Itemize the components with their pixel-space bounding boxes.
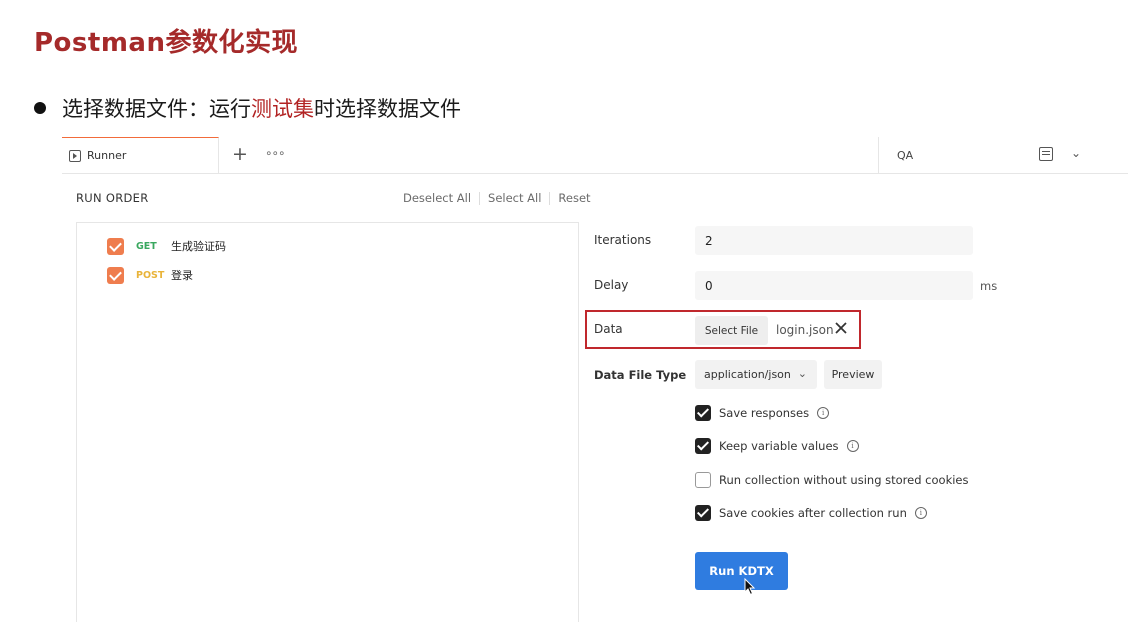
list-item[interactable]: GET 生成验证码	[107, 237, 226, 255]
environment-select[interactable]: QA ⌄	[878, 137, 1093, 173]
bullet-dot-icon	[34, 102, 46, 114]
checkbox-checked[interactable]	[695, 405, 711, 421]
data-file-type-label: Data File Type	[594, 368, 687, 382]
close-icon[interactable]	[833, 320, 849, 336]
checkbox-checked[interactable]	[695, 505, 711, 521]
checkbox-checked[interactable]	[695, 438, 711, 454]
info-icon[interactable]: i	[817, 407, 830, 419]
run-order-actions: Deselect All Select All Reset	[403, 191, 591, 205]
bullet-line: 选择数据文件：运行 测试集 时选择数据文件	[34, 93, 461, 123]
data-label: Data	[594, 322, 623, 336]
tab-runner-label: Runner	[87, 149, 127, 162]
option-label: Save responses	[719, 406, 810, 420]
run-collection-button[interactable]: Run KDTX	[695, 552, 788, 590]
option-label: Run collection without using stored cook…	[719, 473, 969, 487]
new-tab-button[interactable]: +	[232, 143, 248, 165]
tab-bar: Runner + ∘∘∘ QA ⌄	[62, 137, 1128, 174]
option-run-without-cookies[interactable]: Run collection without using stored cook…	[695, 471, 969, 489]
slide-title: Postman参数化实现	[34, 28, 298, 58]
delay-unit: ms	[980, 279, 998, 293]
request-name: 生成验证码	[171, 240, 226, 253]
preview-button[interactable]: Preview	[824, 360, 882, 389]
run-order-title: RUN ORDER	[76, 191, 149, 205]
chevron-down-icon: ⌄	[1070, 146, 1081, 160]
list-item[interactable]: POST 登录	[107, 266, 193, 284]
environment-quick-look-icon[interactable]	[1039, 147, 1053, 161]
info-icon[interactable]: i	[914, 507, 927, 519]
select-all-button[interactable]: Select All	[488, 191, 541, 205]
environment-value: QA	[897, 148, 914, 162]
option-keep-variable-values[interactable]: Keep variable values i	[695, 437, 859, 455]
method-badge: POST	[136, 269, 165, 281]
checkbox-unchecked[interactable]	[695, 472, 711, 488]
option-label: Keep variable values	[719, 439, 839, 453]
divider	[479, 191, 481, 205]
divider	[549, 191, 551, 205]
selected-file-name: login.json	[776, 323, 834, 337]
option-save-responses[interactable]: Save responses i	[695, 404, 830, 422]
iterations-label: Iterations	[594, 233, 652, 247]
data-file-type-select[interactable]: application/json ⌄	[695, 360, 817, 389]
runner-icon	[69, 149, 81, 162]
tab-runner[interactable]: Runner	[62, 137, 219, 173]
method-badge: GET	[136, 240, 157, 252]
request-name: 登录	[171, 269, 193, 282]
reset-button[interactable]: Reset	[558, 191, 590, 205]
select-file-button[interactable]: Select File	[695, 316, 768, 345]
bullet-text-suffix: 时选择数据文件	[314, 97, 461, 121]
request-checkbox[interactable]	[107, 237, 124, 255]
chevron-down-icon: ⌄	[797, 367, 807, 380]
delay-input[interactable]: 0	[695, 271, 973, 300]
bullet-text-prefix: 选择数据文件：运行	[62, 97, 251, 121]
more-tabs-button[interactable]: ∘∘∘	[265, 146, 286, 160]
option-save-cookies[interactable]: Save cookies after collection run i	[695, 504, 927, 522]
mouse-cursor-icon	[744, 578, 756, 596]
deselect-all-button[interactable]: Deselect All	[403, 191, 471, 205]
info-icon[interactable]: i	[846, 440, 859, 452]
bullet-text-highlight: 测试集	[251, 97, 314, 121]
delay-label: Delay	[594, 278, 629, 292]
data-file-type-value: application/json	[704, 368, 791, 381]
iterations-input[interactable]: 2	[695, 226, 973, 255]
option-label: Save cookies after collection run	[719, 506, 907, 520]
run-order-list: GET 生成验证码 POST 登录	[76, 222, 579, 622]
request-checkbox[interactable]	[107, 266, 124, 284]
